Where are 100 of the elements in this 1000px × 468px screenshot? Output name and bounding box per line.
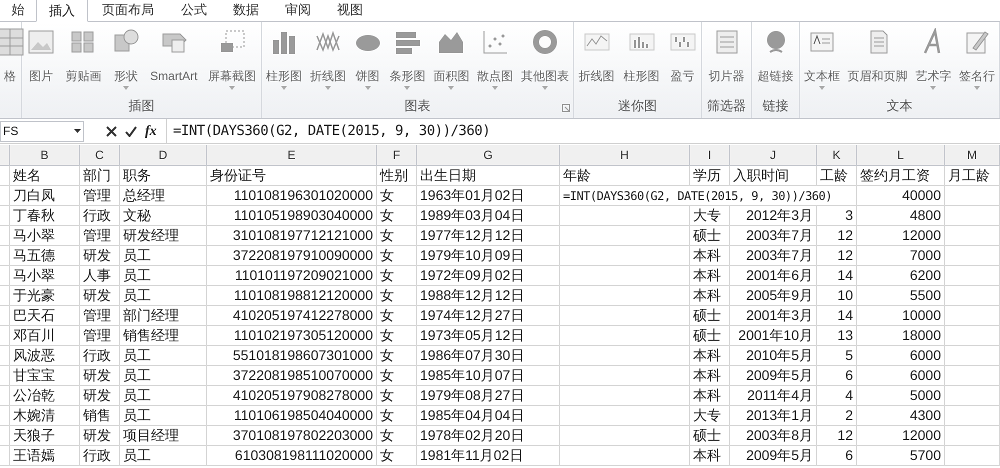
dialog-launcher-icon[interactable] bbox=[562, 104, 570, 112]
table-cell: 邓百川 bbox=[10, 326, 80, 345]
ribbon-tab[interactable]: 始 bbox=[0, 0, 36, 21]
column-header[interactable]: G bbox=[417, 145, 560, 165]
table-cell: 5500 bbox=[857, 286, 945, 305]
table-cell: 1977年12月12日 bbox=[417, 226, 560, 245]
table-cell: 公冶乾 bbox=[10, 386, 80, 405]
ribbon-tab[interactable]: 视图 bbox=[324, 0, 376, 21]
ribbon-button[interactable]: 折线图 bbox=[310, 28, 346, 96]
column-header[interactable]: B bbox=[10, 145, 80, 165]
insert-function-button[interactable]: fx bbox=[145, 120, 157, 142]
column-header[interactable]: H bbox=[560, 145, 690, 165]
ribbon-button[interactable]: 图片 bbox=[27, 28, 56, 96]
table-cell: 2 bbox=[817, 406, 857, 425]
table-cell: 硕士 bbox=[690, 306, 730, 325]
ribbon-button[interactable]: 其他图表 bbox=[520, 28, 569, 96]
table-cell: 本科 bbox=[690, 286, 730, 305]
table-cell: 5000 bbox=[857, 386, 945, 405]
column-header[interactable]: F bbox=[377, 145, 417, 165]
table-cell: 4300 bbox=[857, 406, 945, 425]
formula-field[interactable]: =INT(DAYS360(G2, DATE(2015, 9, 30))/360) bbox=[166, 118, 1000, 144]
table-cell: 女 bbox=[377, 326, 417, 345]
table-cell: 女 bbox=[377, 206, 417, 225]
table-cell: 2003年7月 bbox=[730, 246, 817, 265]
table-cell: 110102197305120000 bbox=[207, 326, 377, 345]
table-cell: 硕士 bbox=[690, 326, 730, 345]
table-cell: 6000 bbox=[857, 366, 945, 385]
cancel-icon[interactable] bbox=[106, 126, 117, 136]
table-cell: 木婉清 bbox=[10, 406, 80, 425]
ribbon-button[interactable]: 柱形图 bbox=[266, 28, 302, 96]
table-cell: 项目经理 bbox=[120, 426, 207, 445]
column-header[interactable]: E bbox=[207, 145, 377, 165]
ribbon-button[interactable]: 超链接 bbox=[758, 28, 794, 96]
ribbon-button[interactable]: 艺术字 bbox=[915, 28, 952, 96]
ribbon-button[interactable]: 剪贴画 bbox=[65, 28, 102, 96]
ribbon-tab[interactable]: 插入 bbox=[36, 0, 88, 22]
ribbon-tab[interactable]: 公式 bbox=[168, 0, 220, 21]
ribbon-button[interactable]: 柱形图 bbox=[624, 28, 660, 96]
table-cell: 销售 bbox=[80, 406, 120, 425]
column-header[interactable]: J bbox=[730, 145, 817, 165]
ribbon-button[interactable]: SmartArt bbox=[150, 28, 198, 96]
name-box[interactable]: FS bbox=[0, 120, 84, 142]
ribbon-button[interactable]: 文本框 bbox=[804, 28, 840, 96]
ribbon-button[interactable]: 屏幕截图 bbox=[208, 28, 256, 96]
table-cell: 12 bbox=[817, 226, 857, 245]
table-cell: 372208198510070000 bbox=[207, 366, 377, 385]
table-cell: 部门经理 bbox=[120, 306, 207, 325]
ribbon-button[interactable]: 盈亏 bbox=[668, 28, 696, 96]
dropdown-icon bbox=[818, 86, 825, 90]
column-header[interactable]: K bbox=[817, 145, 857, 165]
table-cell: 2003年8月 bbox=[730, 426, 817, 445]
table-cell: 女 bbox=[377, 346, 417, 365]
table-cell: 5700 bbox=[857, 446, 945, 465]
ribbon-button[interactable]: 页眉和页脚 bbox=[848, 28, 908, 96]
dropdown-icon bbox=[542, 86, 548, 90]
column-header[interactable]: D bbox=[120, 145, 207, 165]
table-cell: 风波恶 bbox=[10, 346, 80, 365]
table-cell: 5 bbox=[817, 346, 857, 365]
table-cell: 大专 bbox=[690, 206, 730, 225]
table-cell: 10 bbox=[817, 286, 857, 305]
table-cell: 6 bbox=[817, 366, 857, 385]
ribbon-button[interactable]: 折线图 bbox=[578, 28, 614, 96]
column-header[interactable]: C bbox=[80, 145, 120, 165]
ribbon-button[interactable]: 面积图 bbox=[433, 28, 470, 96]
ribbon-button[interactable]: 切片器 bbox=[708, 28, 744, 96]
table-cell: 人事 bbox=[80, 266, 120, 285]
table-cell: 管理 bbox=[80, 226, 120, 245]
table-cell: 马五德 bbox=[10, 246, 80, 265]
table-cell: 行政 bbox=[80, 346, 120, 365]
table-cell: 410205197908278000 bbox=[207, 386, 377, 405]
ribbon-button[interactable]: 格 bbox=[0, 28, 24, 96]
header-cell: 部门 bbox=[80, 166, 120, 185]
enter-icon[interactable] bbox=[125, 126, 137, 136]
ribbon-tab[interactable]: 审阅 bbox=[272, 0, 324, 21]
ribbon-button[interactable]: 形状 bbox=[112, 28, 140, 96]
column-header[interactable]: L bbox=[857, 145, 945, 165]
table-cell: 本科 bbox=[690, 366, 730, 385]
column-header[interactable]: M bbox=[945, 145, 1000, 165]
table-cell: 管理 bbox=[80, 186, 120, 205]
table-cell: 研发经理 bbox=[120, 226, 207, 245]
ribbon-button[interactable]: 条形图 bbox=[389, 28, 426, 96]
table-cell: 1985年04月04日 bbox=[417, 406, 560, 425]
ribbon-button[interactable]: 签名行 bbox=[959, 28, 996, 96]
table-cell: 销售经理 bbox=[120, 326, 207, 345]
table-cell: 员工 bbox=[120, 346, 207, 365]
dropdown-icon bbox=[974, 86, 980, 90]
column-header[interactable]: I bbox=[690, 145, 730, 165]
ribbon-tab[interactable]: 页面布局 bbox=[88, 0, 168, 21]
ribbon-button[interactable]: 散点图 bbox=[477, 28, 514, 96]
ribbon-button[interactable]: 饼图 bbox=[354, 28, 382, 96]
table-cell: 员工 bbox=[120, 406, 207, 425]
cell-edit-field[interactable]: =INT(DAYS360(G2, DATE(2015, 9, 30))/360) bbox=[560, 186, 857, 205]
table-cell: 12 bbox=[817, 426, 857, 445]
table-cell: 王语嫣 bbox=[10, 446, 80, 465]
table-cell: 研发 bbox=[80, 366, 120, 385]
table-cell: 12 bbox=[817, 246, 857, 265]
table-cell: 10000 bbox=[857, 306, 945, 325]
table-cell: 110108198812120000 bbox=[207, 286, 377, 305]
table-cell: 本科 bbox=[690, 346, 730, 365]
ribbon-tab[interactable]: 数据 bbox=[220, 0, 272, 21]
